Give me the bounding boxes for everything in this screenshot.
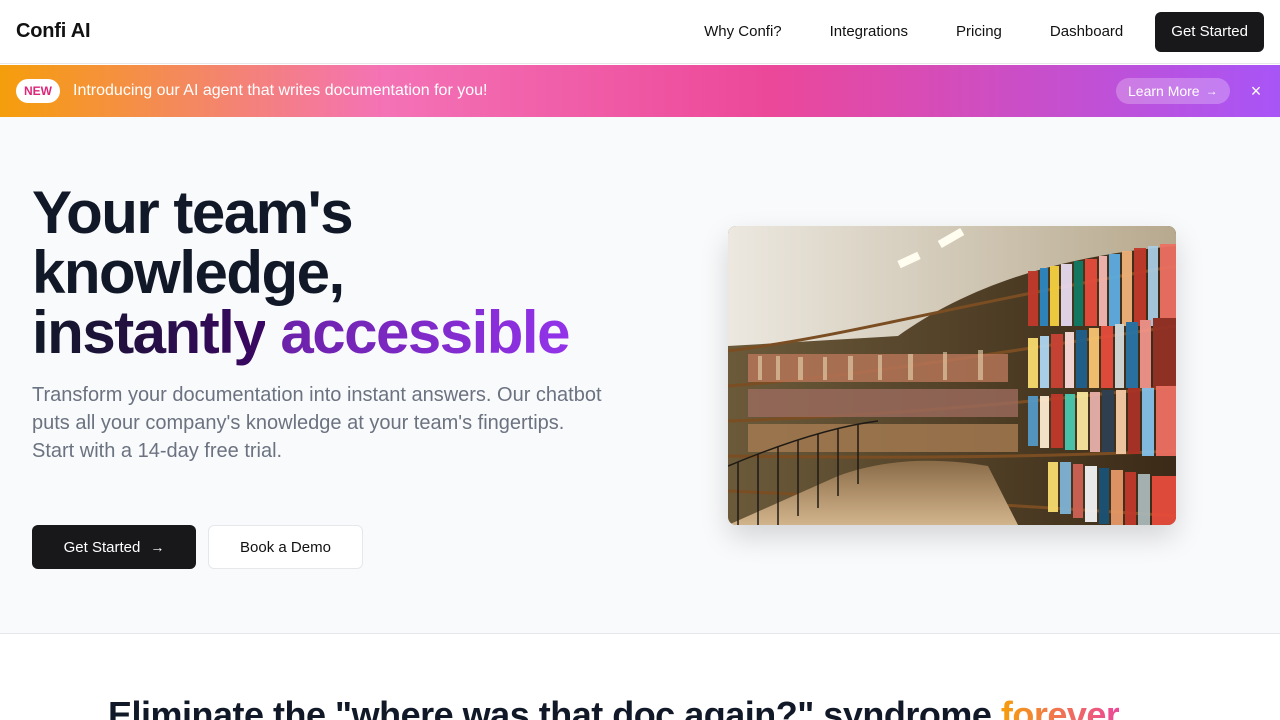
nav-link-integrations[interactable]: Integrations bbox=[806, 12, 932, 52]
hero-title-accent: accessible bbox=[280, 299, 570, 366]
arrow-right-icon: → bbox=[1205, 84, 1218, 98]
hero-title-line3a: instantly bbox=[32, 299, 267, 366]
announcement-banner: NEW Introducing our AI agent that writes… bbox=[0, 65, 1280, 117]
hero-title: Your team's knowledge, instantly accessi… bbox=[32, 183, 652, 363]
features-heading-accent: forever bbox=[1001, 694, 1120, 720]
top-navigation: Confi AI Why Confi? Integrations Pricing… bbox=[0, 0, 1280, 64]
nav-links: Why Confi? Integrations Pricing Dashboar… bbox=[680, 12, 1264, 52]
get-started-button[interactable]: Get Started → bbox=[32, 525, 196, 569]
banner-text: Introducing our AI agent that writes doc… bbox=[73, 82, 488, 99]
nav-link-pricing[interactable]: Pricing bbox=[932, 12, 1026, 52]
arrow-right-icon: → bbox=[150, 539, 165, 555]
get-started-label: Get Started bbox=[63, 538, 141, 556]
section-divider bbox=[0, 633, 1280, 634]
learn-more-button[interactable]: Learn More → bbox=[1116, 78, 1230, 104]
nav-link-why-confi[interactable]: Why Confi? bbox=[680, 12, 806, 52]
hero-subtitle: Transform your documentation into instan… bbox=[32, 381, 612, 465]
logo[interactable]: Confi AI bbox=[16, 20, 91, 43]
nav-link-dashboard[interactable]: Dashboard bbox=[1026, 12, 1147, 52]
features-heading: Eliminate the "where was that doc again?… bbox=[108, 694, 1120, 720]
nav-get-started-button[interactable]: Get Started bbox=[1155, 12, 1264, 52]
library-bookshelf-image bbox=[728, 226, 1176, 525]
book-demo-button[interactable]: Book a Demo bbox=[208, 525, 363, 569]
hero-trial-text: Start with a 14-day free trial. bbox=[32, 440, 283, 462]
learn-more-label: Learn More bbox=[1128, 83, 1200, 99]
hero-title-line2: knowledge, bbox=[32, 239, 345, 306]
hero-subtitle-text: Transform your documentation into instan… bbox=[32, 384, 602, 434]
new-badge: NEW bbox=[16, 79, 60, 103]
features-heading-main: Eliminate the "where was that doc again?… bbox=[108, 694, 992, 720]
hero-title-line1: Your team's bbox=[32, 179, 354, 246]
close-icon[interactable]: × bbox=[1246, 79, 1266, 103]
